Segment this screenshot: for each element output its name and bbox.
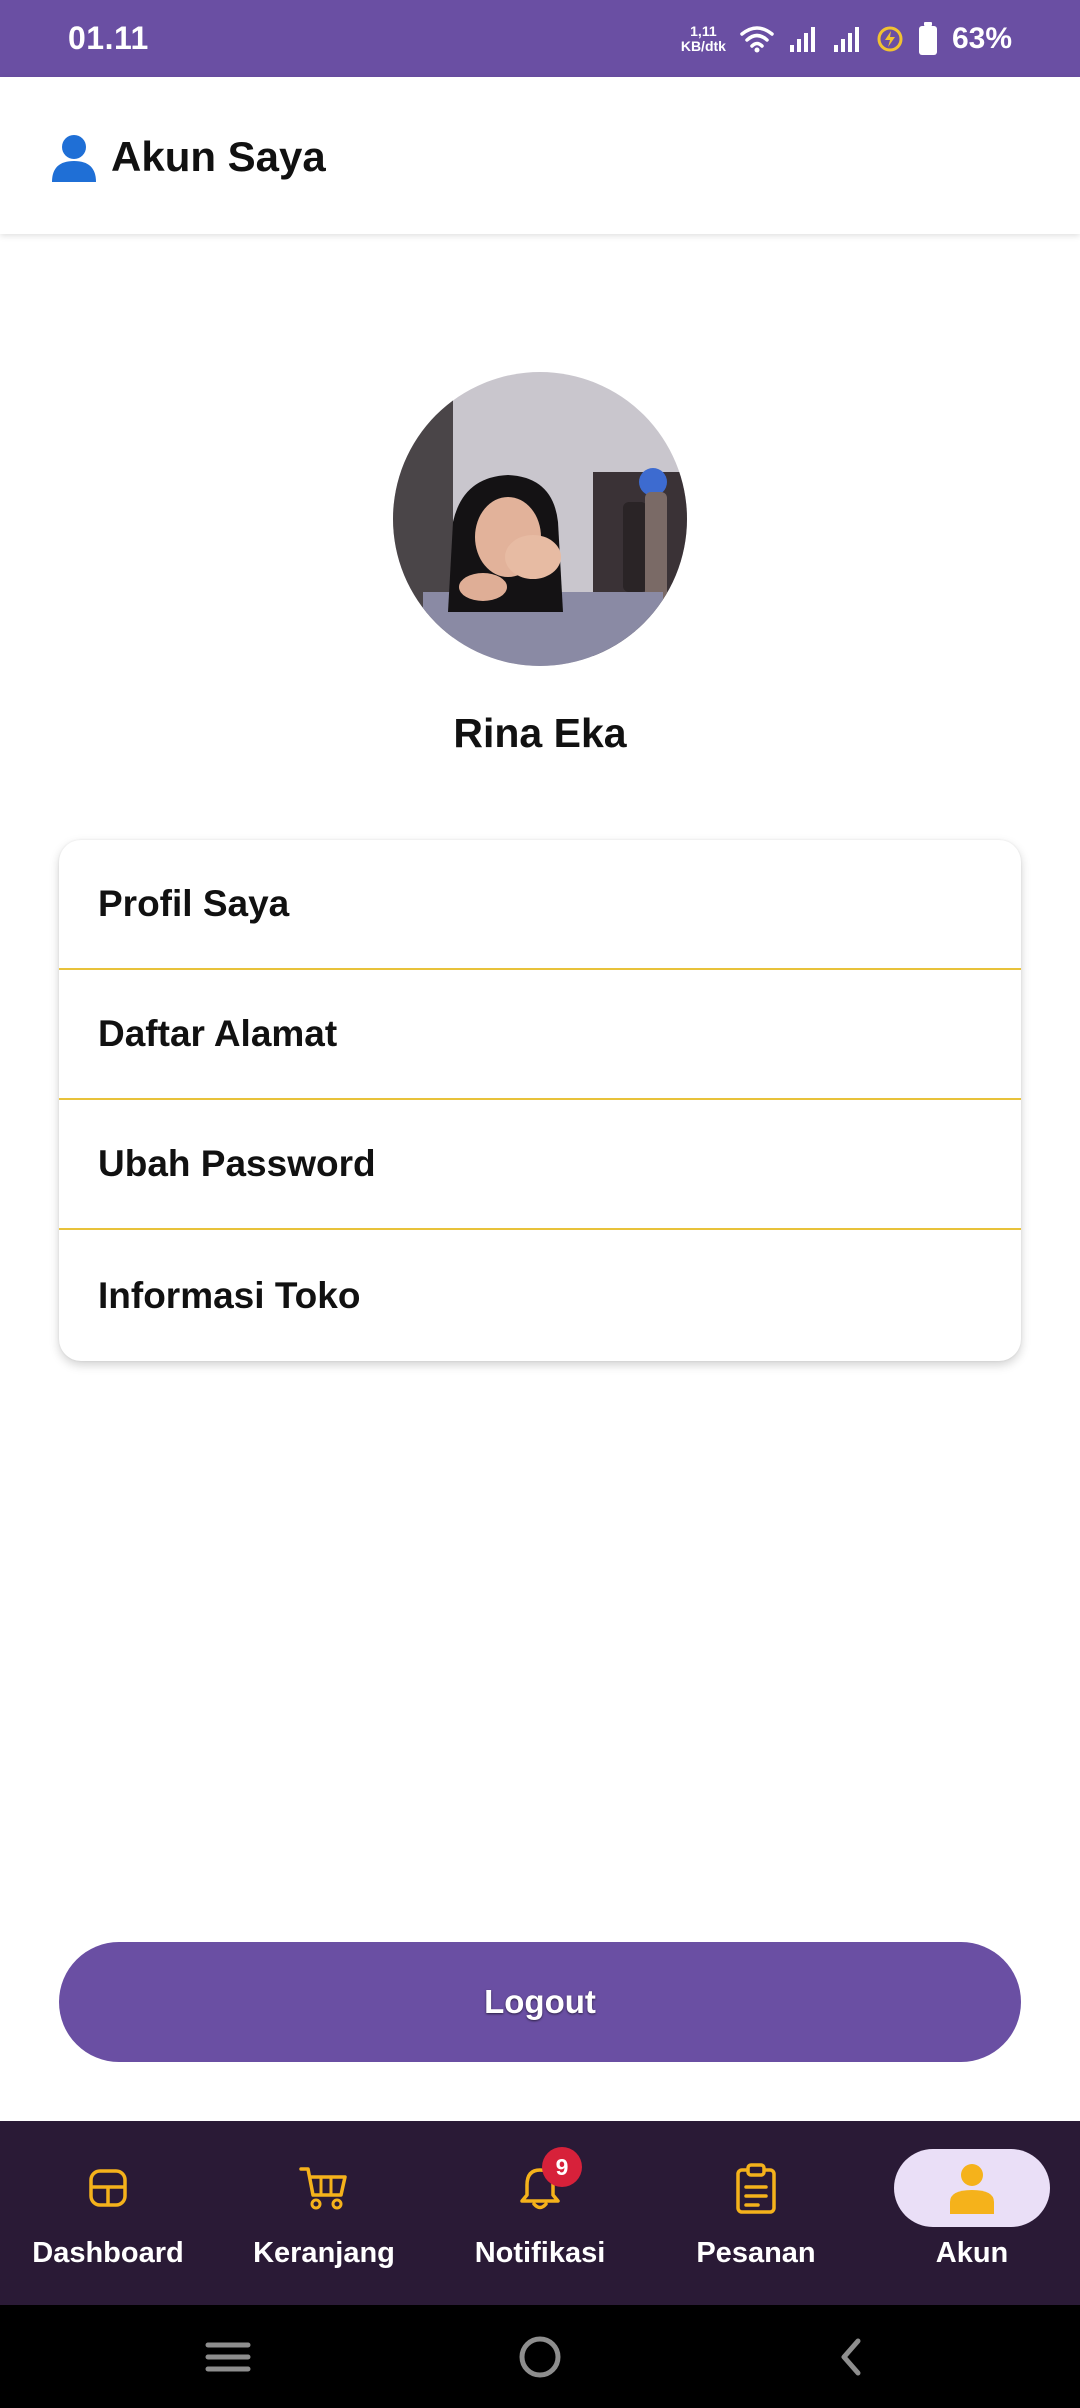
wifi-icon <box>740 26 774 53</box>
user-icon <box>52 135 96 182</box>
app-bar: Akun Saya <box>0 77 1080 234</box>
cart-icon <box>299 2167 347 2210</box>
signal-icon <box>833 27 859 52</box>
notification-badge: 9 <box>542 2147 582 2187</box>
active-indicator <box>894 2149 1050 2227</box>
battery-percent: 63% <box>951 22 1012 55</box>
logout-button[interactable]: Logout <box>59 1942 1021 2062</box>
dashboard-icon <box>89 2169 127 2207</box>
battery-icon <box>918 22 937 55</box>
recent-apps-icon[interactable] <box>198 2327 258 2387</box>
nav-label: Akun <box>935 2237 1009 2269</box>
nav-item-dashboard[interactable]: Dashboard <box>0 2121 216 2305</box>
profile-name: Rina Eka <box>453 710 627 756</box>
status-time: 01.11 <box>68 20 149 56</box>
avatar <box>393 372 687 666</box>
nav-item-cart[interactable]: Keranjang <box>216 2121 432 2305</box>
account-menu: Profil Saya Daftar Alamat Ubah Password … <box>59 840 1021 1361</box>
network-speed-unit: KB/dtk <box>680 38 726 54</box>
charging-icon <box>877 26 903 52</box>
signal-icon <box>789 27 815 52</box>
status-icons: 1,11 KB/dtk 63% <box>681 18 1012 60</box>
network-speed: 1,11 KB/dtk <box>681 24 726 54</box>
nav-item-orders[interactable]: Pesanan <box>648 2121 864 2305</box>
nav-label: Notifikasi <box>474 2237 606 2269</box>
menu-item-address-list[interactable]: Daftar Alamat <box>59 970 1021 1100</box>
nav-item-notifications[interactable]: 9 Notifikasi <box>432 2121 648 2305</box>
nav-label: Dashboard <box>32 2237 184 2269</box>
nav-item-account[interactable]: Akun <box>864 2121 1080 2305</box>
system-navigation-bar <box>0 2305 1080 2408</box>
network-speed-value: 1,11 <box>690 23 717 39</box>
status-bar: 01.11 1,11 KB/dtk 63% <box>0 0 1080 77</box>
person-icon <box>950 2164 994 2214</box>
home-icon[interactable] <box>510 2327 570 2387</box>
menu-item-profile[interactable]: Profil Saya <box>59 840 1021 970</box>
bottom-navigation: Dashboard Keranjang 9 Notifikasi Pesanan… <box>0 2121 1080 2305</box>
menu-item-store-info[interactable]: Informasi Toko <box>59 1230 1021 1361</box>
back-icon[interactable] <box>822 2327 882 2387</box>
menu-item-change-password[interactable]: Ubah Password <box>59 1100 1021 1230</box>
nav-label: Pesanan <box>696 2237 816 2269</box>
clipboard-icon <box>736 2163 776 2214</box>
nav-label: Keranjang <box>253 2237 395 2269</box>
page-title: Akun Saya <box>111 133 326 180</box>
